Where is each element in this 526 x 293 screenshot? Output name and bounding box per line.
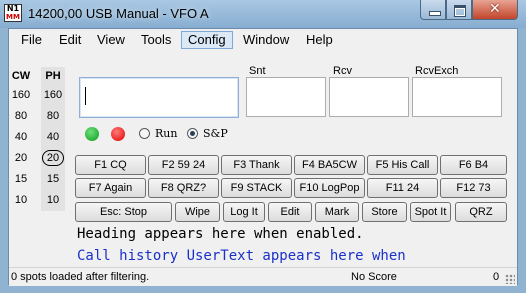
- close-icon: ✕: [489, 1, 501, 17]
- snt-label: Snt: [249, 65, 266, 77]
- ph-band-column: PH 160 80 40 20 15 10: [41, 67, 65, 211]
- f2-button[interactable]: F2 59 24: [148, 155, 219, 175]
- minimize-icon: [429, 11, 441, 16]
- maximize-button[interactable]: [446, 0, 472, 20]
- cw-band-10[interactable]: 10: [9, 190, 33, 211]
- ph-band-40[interactable]: 40: [41, 127, 65, 148]
- cw-band-20[interactable]: 20: [9, 148, 33, 169]
- red-light-icon: [111, 127, 125, 141]
- rcvexch-label: RcvExch: [415, 65, 459, 77]
- f10-button[interactable]: F10 LogPop: [294, 178, 365, 198]
- minimize-button[interactable]: [420, 0, 446, 20]
- sp-label[interactable]: S&P: [203, 127, 228, 140]
- cw-header: CW: [11, 70, 31, 82]
- resize-grip-icon[interactable]: [505, 274, 515, 284]
- f12-button[interactable]: F12 73: [440, 178, 507, 198]
- usertext-text: Call history UserText appears here when: [77, 248, 406, 264]
- f3-button[interactable]: F3 Thank: [221, 155, 292, 175]
- menu-config[interactable]: Config: [181, 31, 233, 49]
- cw-band-15[interactable]: 15: [9, 169, 33, 190]
- menu-window[interactable]: Window: [237, 31, 295, 49]
- ph-band-80[interactable]: 80: [41, 106, 65, 127]
- f5-button[interactable]: F5 His Call: [367, 155, 438, 175]
- ph-band-15[interactable]: 15: [41, 169, 65, 190]
- f9-button[interactable]: F9 STACK: [221, 178, 292, 198]
- f7-button[interactable]: F7 Again: [75, 178, 146, 198]
- menu-tools[interactable]: Tools: [135, 31, 177, 49]
- cw-band-160[interactable]: 160: [9, 85, 33, 106]
- app-logo-icon[interactable]: N1 MM: [4, 4, 22, 22]
- call-input[interactable]: [79, 77, 239, 118]
- cw-band-column: CW 160 80 40 20 15 10: [9, 67, 33, 211]
- score-status: No Score: [351, 271, 397, 283]
- cw-band-80[interactable]: 80: [9, 106, 33, 127]
- window-title: 14200,00 USB Manual - VFO A: [28, 6, 209, 21]
- menu-file[interactable]: File: [15, 31, 48, 49]
- mark-button[interactable]: Mark: [315, 202, 359, 222]
- f8-button[interactable]: F8 QRZ?: [148, 178, 219, 198]
- cw-band-40[interactable]: 40: [9, 127, 33, 148]
- spots-status: 0 spots loaded after filtering.: [11, 271, 150, 283]
- menu-bar: File Edit View Tools Config Window Help: [9, 29, 517, 51]
- green-light-icon: [85, 127, 99, 141]
- ph-band-20-selected[interactable]: 20: [41, 148, 65, 169]
- menu-edit[interactable]: Edit: [53, 31, 87, 49]
- f4-button[interactable]: F4 BA5CW: [294, 155, 365, 175]
- rcv-label: Rcv: [333, 65, 352, 77]
- menu-view[interactable]: View: [91, 31, 131, 49]
- ph-band-10[interactable]: 10: [41, 190, 65, 211]
- ph-band-160[interactable]: 160: [41, 85, 65, 106]
- store-button[interactable]: Store: [362, 202, 407, 222]
- count-status: 0: [493, 271, 500, 283]
- log-it-button[interactable]: Log It: [223, 202, 265, 222]
- maximize-icon: [454, 5, 466, 17]
- status-bar: 0 spots loaded after filtering. No Score…: [9, 267, 517, 286]
- f11-button[interactable]: F11 24: [367, 178, 438, 198]
- title-bar[interactable]: N1 MM 14200,00 USB Manual - VFO A ✕: [0, 0, 526, 28]
- rcv-input[interactable]: [329, 77, 409, 117]
- f6-button[interactable]: F6 B4: [440, 155, 507, 175]
- run-radio[interactable]: [139, 128, 150, 139]
- heading-text: Heading appears here when enabled.: [77, 226, 364, 242]
- ph-band-20-label: 20: [42, 150, 64, 166]
- close-button[interactable]: ✕: [472, 0, 518, 20]
- text-caret: [85, 87, 86, 105]
- esc-stop-button[interactable]: Esc: Stop: [75, 202, 172, 222]
- client-area: File Edit View Tools Config Window Help …: [8, 28, 518, 286]
- sp-radio[interactable]: [187, 128, 198, 139]
- snt-input[interactable]: [246, 77, 326, 117]
- spot-it-button[interactable]: Spot It: [410, 202, 451, 222]
- wipe-button[interactable]: Wipe: [175, 202, 220, 222]
- ph-header: PH: [45, 70, 61, 82]
- run-label[interactable]: Run: [155, 127, 177, 140]
- f1-button[interactable]: F1 CQ: [75, 155, 146, 175]
- edit-button[interactable]: Edit: [268, 202, 312, 222]
- menu-help[interactable]: Help: [300, 31, 339, 49]
- qrz-button[interactable]: QRZ: [455, 202, 507, 222]
- rcvexch-input[interactable]: [412, 77, 502, 117]
- app-window: N1 MM 14200,00 USB Manual - VFO A ✕ File…: [0, 0, 526, 293]
